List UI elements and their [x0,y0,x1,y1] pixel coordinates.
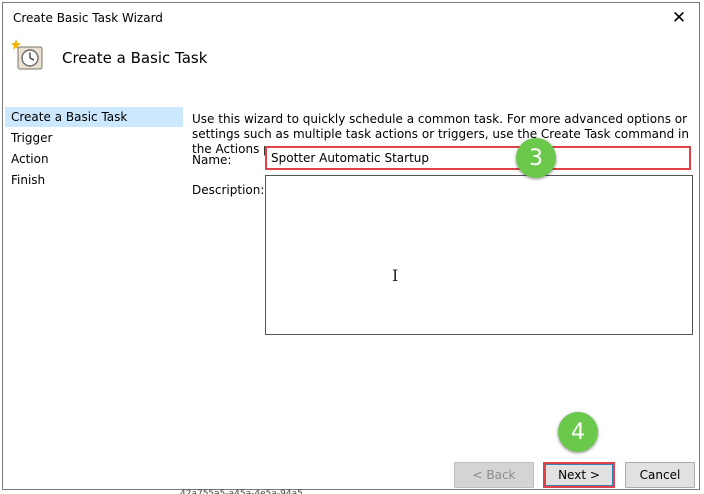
step-4-badge: 4 [558,412,598,452]
name-label: Name: [192,153,232,167]
title-bar: Create Basic Task Wizard ✕ [3,3,699,33]
close-icon: ✕ [671,8,687,28]
window-title: Create Basic Task Wizard [13,11,163,25]
text-cursor-icon: I [392,266,399,285]
back-button[interactable]: < Back [454,462,534,488]
sidebar-item-finish[interactable]: Finish [5,170,183,190]
sidebar-item-action[interactable]: Action [5,149,183,169]
next-button[interactable]: Next > [543,462,615,488]
close-button[interactable]: ✕ [659,3,699,33]
step-3-badge: 3 [516,138,556,178]
sidebar-item-create-basic-task[interactable]: Create a Basic Task [5,107,183,127]
description-label: Description: [192,183,265,197]
background-window-fragment: 42a755a5-a45a-4e5a-94a5 [180,489,303,494]
wizard-window: Create Basic Task Wizard ✕ Create a Basi… [2,2,700,490]
wizard-steps-sidebar: Create a Basic Task Trigger Action Finis… [5,107,183,457]
clock-task-icon [11,39,43,70]
sidebar-item-trigger[interactable]: Trigger [5,128,183,148]
header-title: Create a Basic Task [62,49,208,67]
wizard-header: Create a Basic Task [3,33,699,87]
task-name-input[interactable] [265,146,691,170]
description-textarea[interactable] [265,175,693,335]
cancel-button[interactable]: Cancel [625,462,695,488]
